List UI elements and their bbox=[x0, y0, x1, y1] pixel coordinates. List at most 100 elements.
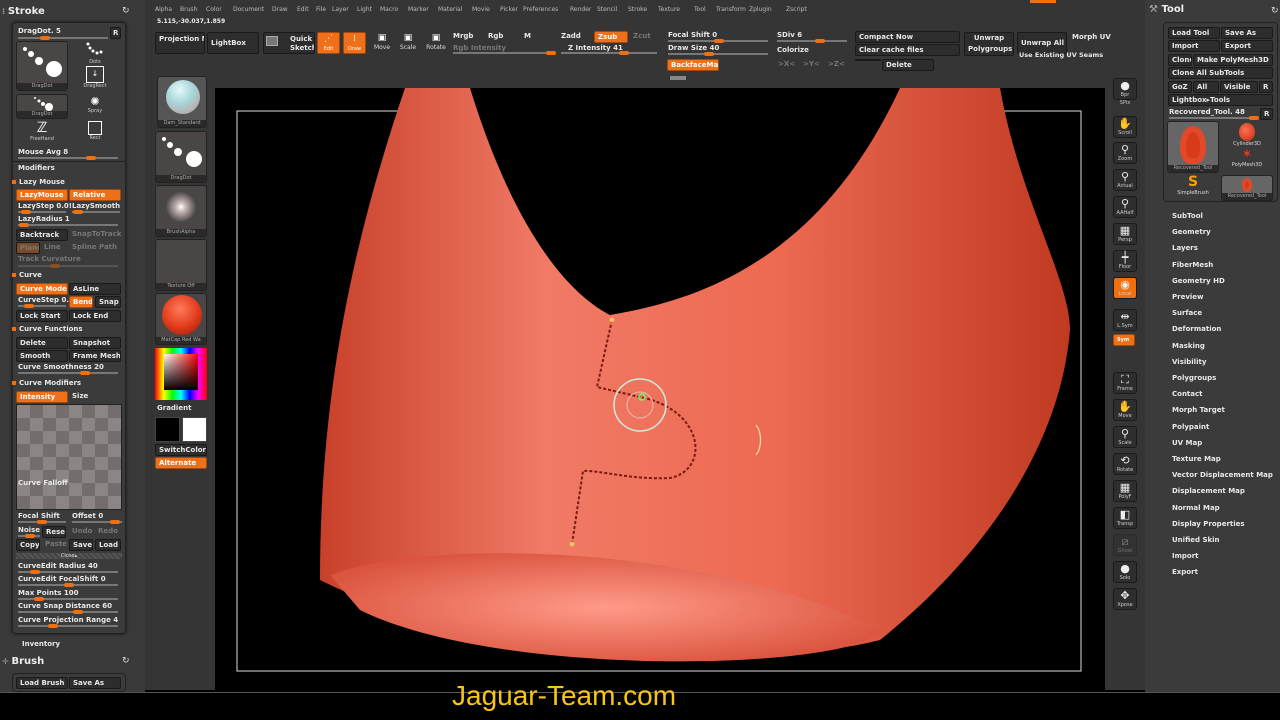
mrgb-button[interactable]: Mrgb bbox=[453, 32, 473, 40]
shelf-bpr-button[interactable]: ● Bpr bbox=[1113, 78, 1137, 100]
current-tool-slider[interactable] bbox=[1169, 116, 1259, 120]
shelf-solo-button[interactable]: ● Solo bbox=[1113, 561, 1137, 583]
tool-panel-title[interactable]: ⚒ Tool bbox=[1149, 4, 1184, 15]
rgb-intensity-slider[interactable] bbox=[453, 51, 556, 55]
menu-stroke[interactable]: Stroke bbox=[628, 6, 647, 13]
falloff-undo-button[interactable]: Undo bbox=[72, 527, 93, 535]
curve-mode-toggle[interactable]: Curve Mode bbox=[16, 283, 68, 295]
tool-section-polygroups[interactable]: Polygroups bbox=[1172, 374, 1216, 382]
falloff-save-button[interactable]: Save bbox=[69, 539, 93, 551]
lazy-mouse-header[interactable]: Lazy Mouse bbox=[12, 178, 65, 186]
tool-save-as-button[interactable]: Save As bbox=[1221, 27, 1273, 39]
lightbox-tools-button[interactable]: Lightbox▸Tools bbox=[1168, 94, 1273, 106]
curve-modifiers-header[interactable]: Curve Modifiers bbox=[12, 379, 81, 387]
current-texture-thumb[interactable]: Texture Off bbox=[155, 239, 207, 291]
tool-clone-button[interactable]: Clone bbox=[1168, 54, 1192, 66]
current-alpha-thumb[interactable]: BrushAlpha bbox=[155, 185, 207, 237]
tool-section-surface[interactable]: Surface bbox=[1172, 309, 1202, 317]
menu-file[interactable]: File bbox=[316, 6, 326, 13]
curve-delete-button[interactable]: Delete bbox=[16, 337, 68, 349]
falloff-paste-button[interactable]: Paste bbox=[45, 540, 67, 548]
color-picker-square[interactable] bbox=[164, 354, 198, 390]
current-brush-thumb[interactable]: Dam_Standard bbox=[157, 76, 207, 128]
scale-mode-button[interactable]: ▣ Scale bbox=[398, 32, 418, 51]
brush-save-as-button[interactable]: Save As bbox=[69, 677, 121, 689]
clear-cache-button[interactable]: Clear cache files bbox=[855, 44, 960, 56]
tool-section-uv-map[interactable]: UV Map bbox=[1172, 439, 1202, 447]
stroke-reset-button[interactable]: R bbox=[110, 27, 121, 39]
stroke-thumb-dragdot[interactable]: DragDot bbox=[16, 41, 68, 91]
intensity-toggle[interactable]: Intensity bbox=[16, 391, 68, 403]
mouse-avg-slider[interactable] bbox=[18, 156, 118, 160]
menu-marker[interactable]: Marker bbox=[408, 6, 429, 13]
lock-start-toggle[interactable]: Lock Start bbox=[16, 310, 68, 322]
lazymouse-toggle[interactable]: LazyMouse bbox=[16, 189, 68, 201]
current-stroke-thumb[interactable]: DragDot bbox=[155, 131, 207, 183]
line-button[interactable]: Line bbox=[44, 243, 61, 251]
draw-size-slider[interactable] bbox=[668, 52, 768, 56]
menu-stencil[interactable]: Stencil bbox=[597, 6, 617, 13]
falloff-redo-button[interactable]: Redo bbox=[98, 527, 118, 535]
shelf-rotate-button[interactable]: ⟲ Rotate bbox=[1113, 453, 1137, 475]
tool-section-geometry-hd[interactable]: Geometry HD bbox=[1172, 277, 1225, 285]
cache-delete-button[interactable]: Delete bbox=[882, 59, 934, 71]
tool-section-export[interactable]: Export bbox=[1172, 568, 1198, 576]
tool-r-button[interactable]: R bbox=[1260, 108, 1273, 120]
symmetry-x-button[interactable]: >X< bbox=[778, 60, 795, 68]
snap-toggle[interactable]: Snap bbox=[95, 296, 121, 308]
shelf-scale-button[interactable]: ⚲ Scale bbox=[1113, 426, 1137, 448]
goz-visible-button[interactable]: Visible bbox=[1220, 81, 1258, 93]
menu-zplugin[interactable]: Zplugin bbox=[749, 6, 772, 13]
shelf-spix-button[interactable]: SPix bbox=[1113, 100, 1137, 110]
curveedit-focalshift-slider[interactable] bbox=[18, 583, 118, 587]
lock-end-toggle[interactable]: Lock End bbox=[69, 310, 121, 322]
shelf-frame-button[interactable]: ⛶ Frame bbox=[1113, 372, 1137, 394]
curvestep-slider[interactable] bbox=[18, 304, 66, 308]
sdiv-slider[interactable] bbox=[777, 39, 847, 43]
modifiers-header[interactable]: Modifiers bbox=[18, 164, 55, 172]
offset-slider[interactable] bbox=[72, 520, 122, 524]
toolbar-scroll-handle[interactable] bbox=[670, 76, 686, 80]
projection-master-button[interactable]: Projection Master bbox=[155, 32, 205, 54]
zsub-button[interactable]: Zsub bbox=[594, 31, 628, 43]
shelf-actual-button[interactable]: ⚲ Actual bbox=[1113, 169, 1137, 191]
menu-document[interactable]: Document bbox=[233, 6, 264, 13]
main-color-swatch[interactable] bbox=[155, 417, 180, 442]
menu-transform[interactable]: Transform bbox=[716, 6, 746, 13]
tool-section-unified-skin[interactable]: Unified Skin bbox=[1172, 536, 1220, 544]
menu-zscript[interactable]: Zscript bbox=[786, 6, 807, 13]
falloff-copy-button[interactable]: Copy bbox=[16, 539, 40, 551]
tool-section-layers[interactable]: Layers bbox=[1172, 244, 1198, 252]
shelf-local-button[interactable]: ◉ Local bbox=[1113, 277, 1137, 299]
tool-thumb-simplebrush[interactable]: S SimpleBrush bbox=[1170, 175, 1216, 197]
inventory-button[interactable]: Inventory bbox=[22, 640, 60, 648]
shelf-aahalf-button[interactable]: ⚲ AAHalf bbox=[1113, 196, 1137, 218]
stroke-rect[interactable]: Rect bbox=[82, 121, 108, 147]
shelf-move-button[interactable]: ✋ Move bbox=[1113, 399, 1137, 421]
stroke-panel-title[interactable]: ⁝ Stroke bbox=[2, 6, 45, 17]
secondary-color-swatch[interactable] bbox=[182, 417, 207, 442]
stroke-spray[interactable]: ✺ Spray bbox=[82, 95, 108, 117]
compact-now-button[interactable]: Compact Now bbox=[855, 31, 960, 43]
curve-functions-header[interactable]: Curve Functions bbox=[12, 325, 83, 333]
rotate-mode-button[interactable]: ▣ Rotate bbox=[425, 32, 447, 51]
tool-section-contact[interactable]: Contact bbox=[1172, 390, 1203, 398]
canvas-viewport[interactable] bbox=[215, 88, 1105, 692]
brush-refresh-icon[interactable]: ↻ bbox=[122, 656, 130, 666]
tool-section-deformation[interactable]: Deformation bbox=[1172, 325, 1221, 333]
backface-mask-button[interactable]: BackfaceMas bbox=[667, 59, 719, 71]
track-curvature-slider[interactable] bbox=[18, 264, 118, 268]
m-button[interactable]: M bbox=[524, 32, 531, 40]
tool-section-fibermesh[interactable]: FiberMesh bbox=[1172, 261, 1213, 269]
focal-shift-slider[interactable] bbox=[668, 39, 768, 43]
make-polymesh3d-button[interactable]: Make PolyMesh3D bbox=[1193, 54, 1273, 66]
menu-macro[interactable]: Macro bbox=[380, 6, 398, 13]
curve-snap-distance-slider[interactable] bbox=[18, 610, 118, 614]
cache-slider-button[interactable] bbox=[855, 59, 881, 61]
morph-uv-button[interactable]: Morph UV bbox=[1072, 33, 1111, 41]
stroke-freehand[interactable]: ℤ FreeHand bbox=[24, 120, 60, 146]
tool-thumb-recovered[interactable]: Recovered_Tool bbox=[1167, 121, 1219, 173]
goz-all-button[interactable]: All bbox=[1193, 81, 1219, 93]
tool-section-import[interactable]: Import bbox=[1172, 552, 1199, 560]
bend-toggle[interactable]: Bend bbox=[69, 296, 93, 308]
